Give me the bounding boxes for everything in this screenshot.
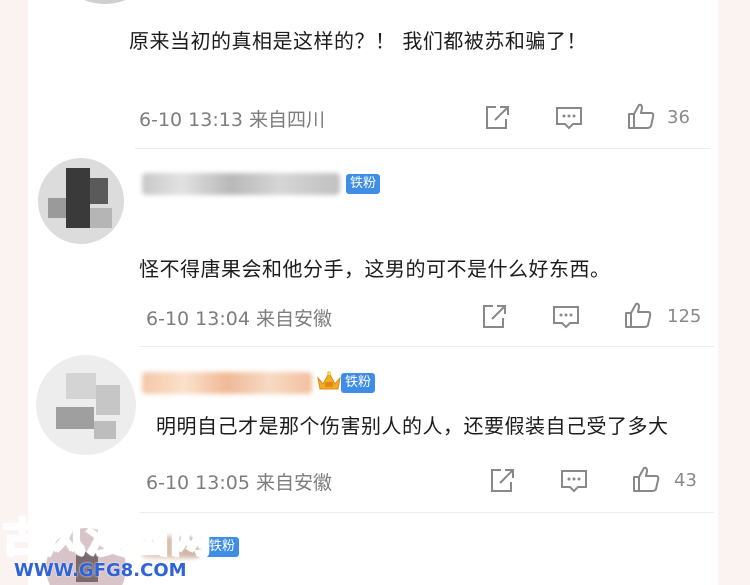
thumbs-up-icon[interactable] bbox=[626, 101, 656, 131]
comment-icon[interactable] bbox=[551, 302, 581, 332]
divider bbox=[135, 148, 710, 149]
thumbs-up-icon[interactable] bbox=[623, 300, 653, 330]
comment-time: 6-10 13:13 bbox=[139, 109, 243, 131]
divider bbox=[140, 346, 714, 347]
like-count: 36 bbox=[667, 107, 690, 128]
username-blurred[interactable] bbox=[142, 372, 312, 394]
like-count: 43 bbox=[674, 470, 697, 491]
share-icon[interactable] bbox=[482, 103, 512, 133]
comment-location: 来自安徽 bbox=[255, 472, 332, 494]
divider bbox=[140, 512, 714, 513]
comment-location: 来自四川 bbox=[248, 109, 325, 131]
comment-text: 明明自己才是那个伤害别人的人，还要假装自己受了多大 bbox=[156, 414, 669, 438]
username-blurred[interactable] bbox=[142, 173, 340, 195]
comment-icon[interactable] bbox=[554, 103, 584, 133]
comment-time: 6-10 13:05 bbox=[146, 472, 250, 494]
comment-text: 原来当初的真相是这样的？！ 我们都被苏和骗了！ bbox=[129, 29, 587, 53]
comment-list bbox=[28, 0, 718, 585]
avatar[interactable] bbox=[36, 355, 136, 455]
comment-meta: 6-10 13:05 来自安徽 bbox=[146, 468, 332, 495]
comment-location: 来自安徽 bbox=[255, 308, 332, 330]
like-count: 125 bbox=[667, 306, 702, 327]
comment-meta: 6-10 13:04 来自安徽 bbox=[146, 304, 332, 331]
comment-icon[interactable] bbox=[559, 466, 589, 496]
thumbs-up-icon[interactable] bbox=[631, 464, 661, 494]
watermark-title: 古风漫画网 bbox=[1, 514, 212, 562]
comment-text: 怪不得唐果会和他分手，这男的可不是什么好东西。 bbox=[139, 257, 611, 281]
watermark-url: WWW.GFG8.COM bbox=[14, 560, 187, 581]
crown-icon bbox=[317, 371, 341, 390]
share-icon[interactable] bbox=[479, 302, 509, 332]
fan-badge: 铁粉 bbox=[346, 174, 381, 194]
avatar[interactable] bbox=[38, 158, 124, 244]
fan-badge: 铁粉 bbox=[341, 373, 376, 393]
comment-meta: 6-10 13:13 来自四川 bbox=[139, 105, 325, 132]
share-icon[interactable] bbox=[487, 466, 517, 496]
comment-time: 6-10 13:04 bbox=[146, 308, 250, 330]
